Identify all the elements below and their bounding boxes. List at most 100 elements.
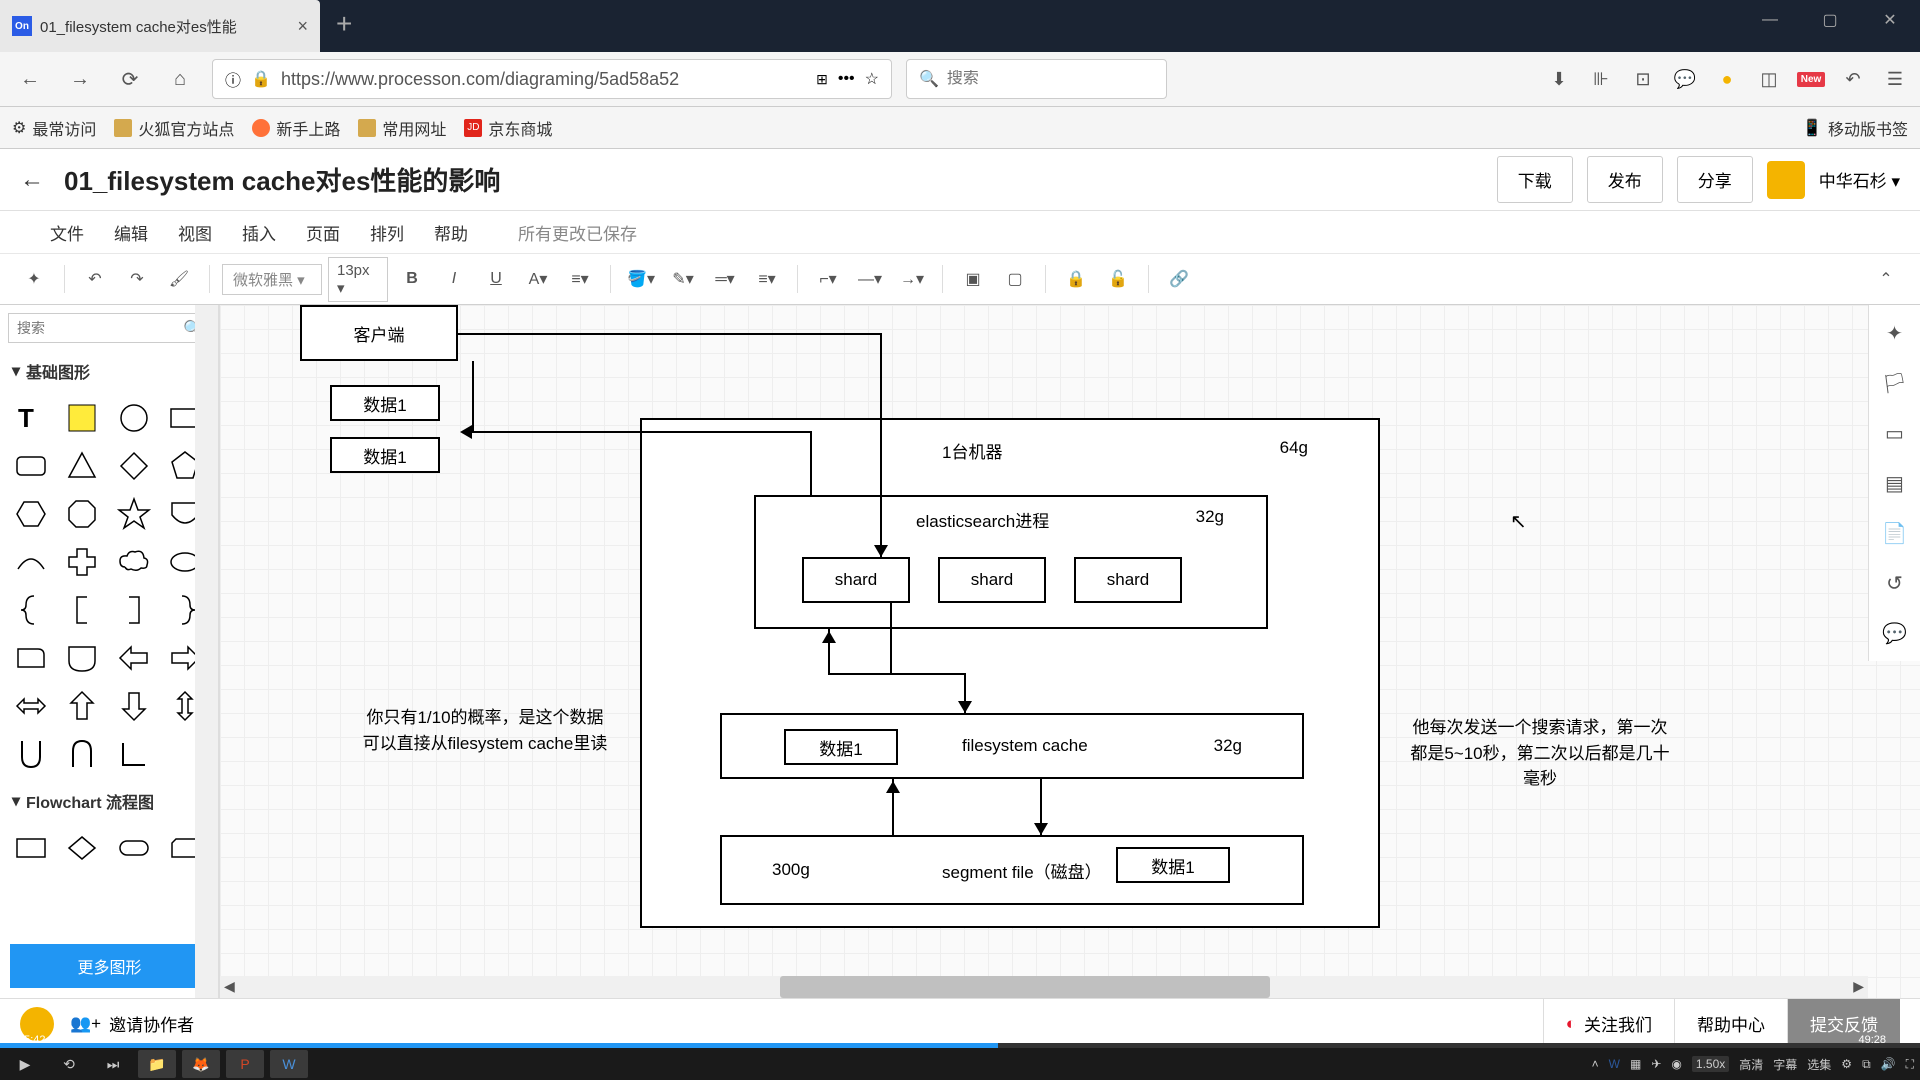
reload-icon[interactable]: ⟳	[112, 61, 148, 97]
diagram-data1-a[interactable]: 数据1	[330, 385, 440, 421]
undo-nav-icon[interactable]: ↶	[1840, 66, 1866, 92]
lock-icon[interactable]: 🔒	[1058, 261, 1094, 297]
menu-edit[interactable]: 编辑	[114, 220, 148, 245]
bookmark-getting-started[interactable]: 新手上路	[252, 116, 340, 140]
new-tab-button[interactable]: +	[320, 0, 368, 48]
scroll-thumb[interactable]	[780, 976, 1270, 998]
shape-text[interactable]: T	[10, 397, 52, 439]
diagram-segment-data[interactable]: 数据1	[1116, 847, 1230, 883]
pip-icon[interactable]: ⧉	[1862, 1057, 1871, 1072]
shape-u-right[interactable]	[61, 733, 103, 775]
more-icon[interactable]: •••	[838, 70, 855, 88]
shape-corner[interactable]	[113, 733, 155, 775]
canvas-hscrollbar[interactable]: ◀ ▶	[220, 976, 1868, 998]
download-button[interactable]: 下载	[1497, 156, 1573, 203]
mobile-bookmarks[interactable]: 📱移动版书签	[1802, 116, 1908, 140]
screenshot-icon[interactable]: ⊡	[1630, 66, 1656, 92]
downloads-icon[interactable]: ⬇	[1546, 66, 1572, 92]
home-icon[interactable]: ⌂	[162, 61, 198, 97]
menu-arrange[interactable]: 排列	[370, 220, 404, 245]
browser-tab[interactable]: On 01_filesystem cache对es性能 ×	[0, 0, 320, 52]
fullscreen-icon[interactable]: ⛶	[1906, 1057, 1914, 1072]
tray-app-icon[interactable]: ▦	[1630, 1057, 1641, 1071]
arrow-icon[interactable]: →▾	[894, 261, 930, 297]
redo-icon[interactable]: ↷	[119, 261, 155, 297]
connector-icon[interactable]: ⌐▾	[810, 261, 846, 297]
close-tab-icon[interactable]: ×	[297, 16, 308, 37]
library-icon[interactable]: ⊪	[1588, 66, 1614, 92]
line-style-icon[interactable]: ═▾	[707, 261, 743, 297]
line-icon[interactable]: —▾	[852, 261, 888, 297]
maximize-icon[interactable]: ▢	[1800, 0, 1860, 40]
avatar[interactable]	[1767, 161, 1805, 199]
sidebar-icon[interactable]: ◫	[1756, 66, 1782, 92]
menu-icon[interactable]: ☰	[1882, 66, 1908, 92]
shape-arrow-down[interactable]	[113, 685, 155, 727]
search-bar[interactable]: 🔍	[906, 59, 1167, 99]
format-painter-icon[interactable]: 🖌	[161, 261, 197, 297]
sidebar-scrollbar[interactable]	[195, 305, 219, 998]
navigator-icon[interactable]: ✦	[1879, 317, 1911, 349]
align-icon[interactable]: ≡▾	[562, 261, 598, 297]
size-select[interactable]: 13px ▾	[328, 257, 388, 302]
font-select[interactable]: 微软雅黑 ▾	[222, 264, 322, 295]
volume-icon[interactable]: 🔊	[1881, 1057, 1896, 1071]
menu-view[interactable]: 视图	[178, 220, 212, 245]
scroll-right-icon[interactable]: ▶	[1853, 978, 1864, 995]
follow-us-link[interactable]: ◐关注我们	[1543, 999, 1674, 1048]
close-window-icon[interactable]: ✕	[1860, 0, 1920, 40]
line-weight-icon[interactable]: ≡▾	[749, 261, 785, 297]
video-playlist[interactable]: 选集	[1807, 1056, 1831, 1073]
shape-u-left[interactable]	[10, 733, 52, 775]
forward-icon[interactable]: →	[62, 61, 98, 97]
bring-front-icon[interactable]: ▣	[955, 261, 991, 297]
shape-search-input[interactable]	[8, 313, 211, 343]
shape-fc-diamond[interactable]	[61, 827, 103, 869]
extension-icon[interactable]: ●	[1714, 66, 1740, 92]
shape-circle[interactable]	[113, 397, 155, 439]
link-icon[interactable]: 🔗	[1161, 261, 1197, 297]
canvas[interactable]: 客户端 数据1 数据1 1台机器 64g elasticsearch进程 32g…	[220, 305, 1920, 998]
cursor-tool[interactable]: ✦	[16, 261, 52, 297]
menu-page[interactable]: 页面	[306, 220, 340, 245]
back-icon[interactable]: ←	[12, 61, 48, 97]
diagram-client-box[interactable]: 客户端	[300, 305, 458, 361]
video-subtitle[interactable]: 字幕	[1773, 1056, 1797, 1073]
theme-icon[interactable]: 🏳	[1879, 367, 1911, 399]
diagram-fscache-data[interactable]: 数据1	[784, 729, 898, 765]
shape-arrow-left[interactable]	[113, 637, 155, 679]
bookmark-jd[interactable]: JD京东商城	[464, 116, 552, 140]
bold-icon[interactable]: B	[394, 261, 430, 297]
border-color-icon[interactable]: ✎▾	[665, 261, 701, 297]
undo-icon[interactable]: ↶	[77, 261, 113, 297]
more-shapes-button[interactable]: 更多图形	[10, 944, 209, 988]
shape-brace-l[interactable]	[10, 589, 52, 631]
play-icon[interactable]: ▶	[6, 1050, 44, 1078]
taskbar-firefox-icon[interactable]: 🦊	[182, 1050, 220, 1078]
page-icon[interactable]: ▭	[1879, 417, 1911, 449]
publish-button[interactable]: 发布	[1587, 156, 1663, 203]
shape-octagon[interactable]	[61, 493, 103, 535]
username[interactable]: 中华石杉 ▾	[1819, 167, 1900, 192]
shape-arc[interactable]	[10, 541, 52, 583]
chat-icon[interactable]: 💬	[1672, 66, 1698, 92]
flowchart-section[interactable]: ▾ Flowchart 流程图	[0, 781, 219, 821]
diagram-shard-2[interactable]: shard	[938, 557, 1046, 603]
diagram-note-left[interactable]: 你只有1/10的概率，是这个数据可以直接从filesystem cache里读	[360, 705, 610, 756]
tray-disc-icon[interactable]: ◉	[1671, 1057, 1681, 1071]
tray-send-icon[interactable]: ✈	[1651, 1057, 1661, 1071]
metrics-icon[interactable]: ▤	[1879, 467, 1911, 499]
shape-plus[interactable]	[61, 541, 103, 583]
share-button[interactable]: 分享	[1677, 156, 1753, 203]
tray-chevron-icon[interactable]: ˄	[1592, 1057, 1599, 1071]
diagram-note-right[interactable]: 他每次发送一个搜索请求，第一次都是5~10秒，第二次以后都是几十毫秒	[1410, 715, 1670, 792]
shape-diamond[interactable]	[113, 445, 155, 487]
bookmark-common[interactable]: 常用网址	[358, 116, 446, 140]
shape-cloud[interactable]	[113, 541, 155, 583]
reader-icon[interactable]: ⊞	[816, 71, 828, 88]
shape-hexagon[interactable]	[10, 493, 52, 535]
diagram-shard-3[interactable]: shard	[1074, 557, 1182, 603]
comment-icon[interactable]: 💬	[1879, 617, 1911, 649]
url-bar[interactable]: ⓘ 🔒 https://www.processon.com/diagraming…	[212, 59, 892, 99]
shape-arrow-lr[interactable]	[10, 685, 52, 727]
